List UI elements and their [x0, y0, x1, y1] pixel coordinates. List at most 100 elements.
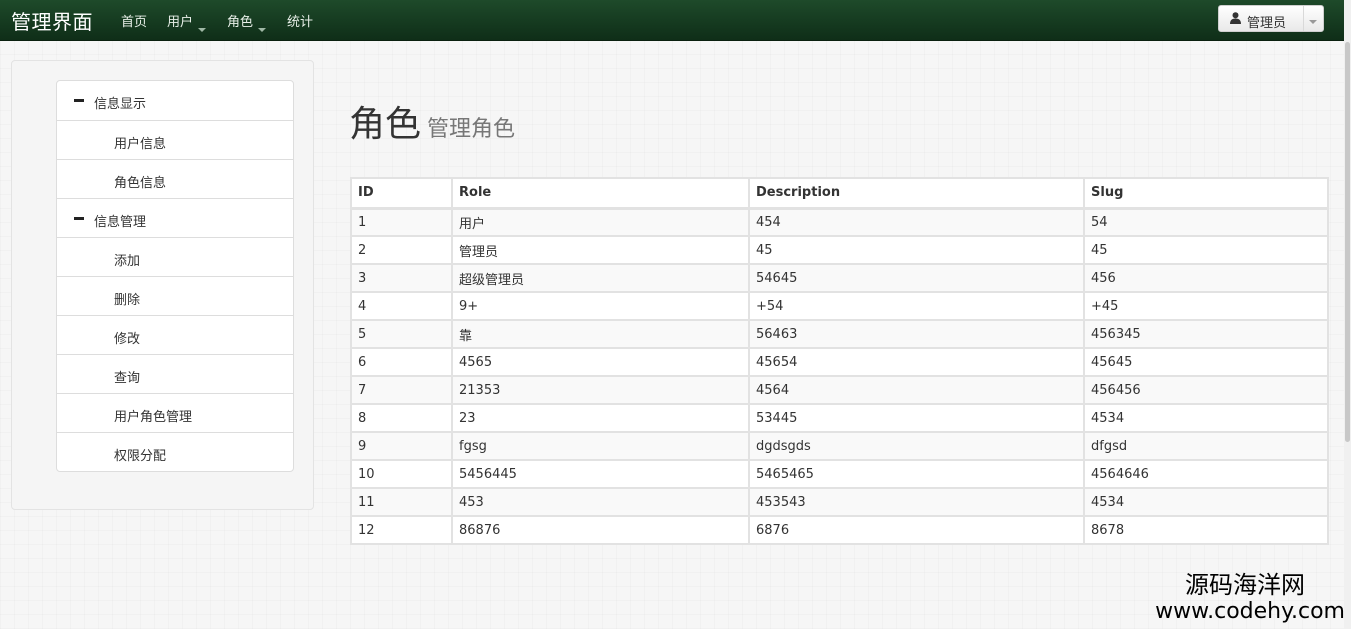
table-cell: 54	[1083, 206, 1329, 237]
chevron-down-icon[interactable]	[1309, 20, 1317, 24]
table-row: 9 fgsg dgdsgds dfgsd	[350, 431, 1329, 461]
table-cell: 5	[350, 319, 453, 349]
table-cell: 56463	[748, 319, 1085, 349]
minus-icon	[74, 217, 84, 220]
table-cell: 453543	[748, 487, 1085, 517]
table-row: 11 453 453543 4534	[350, 487, 1329, 517]
table-cell: 45	[748, 235, 1085, 265]
table-cell: 10	[350, 459, 453, 489]
sidebar-item-add[interactable]: 添加	[57, 237, 293, 276]
column-header-role: Role	[451, 177, 750, 209]
table-cell: 8678	[1083, 515, 1329, 545]
table-row: 5 靠 56463 456345	[350, 319, 1329, 349]
sidebar-item-query[interactable]: 查询	[57, 354, 293, 393]
table-row: 6 4565 45654 45645	[350, 347, 1329, 377]
brand-title[interactable]: 管理界面	[11, 6, 93, 35]
minus-icon	[74, 99, 84, 102]
page-subtitle: 管理角色	[427, 117, 516, 142]
table-row: 3 超级管理员 54645 456	[350, 263, 1329, 293]
table-cell: 12	[350, 515, 453, 545]
column-header-id: ID	[350, 177, 453, 209]
sidebar-item-label: 角色信息	[114, 176, 167, 191]
table-row: 7 21353 4564 456456	[350, 375, 1329, 405]
table-cell: 5456445	[451, 459, 750, 489]
page-title-main: 角色	[349, 104, 422, 145]
table-cell: 4565	[451, 347, 750, 377]
nav-users-dropdown[interactable]: 用户	[167, 11, 207, 32]
table-cell: 53445	[748, 403, 1085, 433]
sidebar-item-delete[interactable]: 删除	[57, 276, 293, 315]
user-menu-label: 管理员	[1247, 16, 1287, 31]
scrollbar-thumb[interactable]	[1345, 42, 1350, 442]
sidebar-item-user-info[interactable]: 用户信息	[57, 120, 293, 159]
table-cell: 靠	[451, 319, 750, 349]
table-cell: +54	[748, 291, 1085, 321]
sidebar-group-info-management[interactable]: 信息管理	[57, 198, 293, 237]
table-cell: 4564646	[1083, 459, 1329, 489]
table-cell: 9	[350, 431, 453, 461]
table-cell: 9+	[451, 291, 750, 321]
table-row: 8 23 53445 4534	[350, 403, 1329, 433]
user-menu-button[interactable]: 管理员	[1218, 5, 1324, 32]
sidebar-item-edit[interactable]: 修改	[57, 315, 293, 354]
watermark-title: 源码海洋网	[1185, 571, 1305, 599]
table-cell: 456	[1083, 263, 1329, 293]
sidebar-item-role-info[interactable]: 角色信息	[57, 159, 293, 198]
table-cell: 4534	[1083, 403, 1329, 433]
page-scrollbar[interactable]	[1344, 0, 1351, 629]
sidebar-item-label: 用户角色管理	[114, 410, 193, 425]
table-cell: 7	[350, 375, 453, 405]
caret-down-icon	[198, 28, 207, 32]
caret-down-icon	[258, 28, 267, 32]
table-cell: 8	[350, 403, 453, 433]
table-row: 2 管理员 45 45	[350, 235, 1329, 265]
table-cell: 管理员	[451, 235, 750, 265]
page-title: 角色 管理角色	[349, 95, 515, 147]
table-cell: 21353	[451, 375, 750, 405]
sidebar-group-label: 信息显示	[94, 97, 147, 112]
table-cell: 超级管理员	[451, 263, 750, 293]
table-cell: 1	[350, 206, 453, 237]
sidebar-item-label: 删除	[114, 293, 141, 308]
sidebar-item-user-role-management[interactable]: 用户角色管理	[57, 393, 293, 432]
sidebar-item-label: 查询	[114, 371, 141, 386]
table-cell: 23	[451, 403, 750, 433]
table-cell: 45	[1083, 235, 1329, 265]
nav-stats[interactable]: 统计	[287, 11, 313, 30]
nav-home[interactable]: 首页	[121, 11, 147, 30]
user-icon	[1230, 12, 1241, 28]
table-cell: dgdsgds	[748, 431, 1085, 461]
sidebar-item-permission-assignment[interactable]: 权限分配	[57, 432, 293, 471]
table-cell: 6876	[748, 515, 1085, 545]
sidebar-item-label: 用户信息	[114, 137, 167, 152]
table-cell: 454	[748, 206, 1085, 237]
table-cell: 4534	[1083, 487, 1329, 517]
sidebar-item-label: 修改	[114, 332, 141, 347]
table-cell: 11	[350, 487, 453, 517]
table-cell: 用户	[451, 206, 750, 237]
watermark-url: www.codehy.com	[1155, 599, 1345, 624]
table-cell: 4564	[748, 375, 1085, 405]
sidebar-item-label: 添加	[114, 254, 141, 269]
table-row: 12 86876 6876 8678	[350, 515, 1329, 545]
sidebar-menu: 信息显示 用户信息 角色信息 信息管理 添加 删除 修改 查询 用户角色管理 权…	[56, 80, 294, 472]
table-cell: 2	[350, 235, 453, 265]
table-cell: 5465465	[748, 459, 1085, 489]
table-cell: 456345	[1083, 319, 1329, 349]
table-row: 4 9+ +54 +45	[350, 291, 1329, 321]
column-header-description: Description	[748, 177, 1085, 209]
sidebar-item-label: 权限分配	[114, 449, 167, 464]
nav-roles-dropdown[interactable]: 角色	[227, 11, 267, 32]
table-cell: 4	[350, 291, 453, 321]
table-cell: dfgsd	[1083, 431, 1329, 461]
table-cell: 456456	[1083, 375, 1329, 405]
table-row: 1 用户 454 54	[350, 206, 1329, 237]
watermark: 源码海洋网 www.codehy.com	[1155, 573, 1345, 623]
table-cell: 45645	[1083, 347, 1329, 377]
table-cell: 86876	[451, 515, 750, 545]
sidebar-group-info-display[interactable]: 信息显示	[57, 81, 293, 120]
table-cell: 45654	[748, 347, 1085, 377]
button-divider	[1303, 6, 1304, 31]
table-cell: fgsg	[451, 431, 750, 461]
table-cell: 54645	[748, 263, 1085, 293]
